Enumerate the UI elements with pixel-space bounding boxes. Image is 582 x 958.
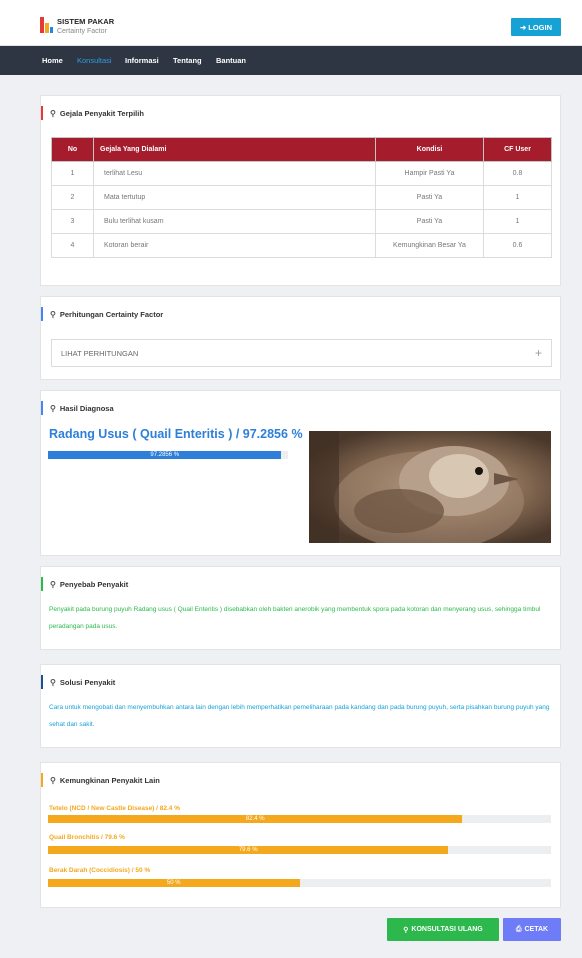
- lain-progress-fill: 50 %: [48, 879, 300, 887]
- kemungkinan-lain-card: ⚲ Kemungkinan Penyakit Lain Tetelo (NCD …: [40, 762, 561, 908]
- cetak-button[interactable]: ⎙ CETAK: [503, 918, 561, 941]
- search-icon: ⚲: [50, 108, 56, 118]
- nav-bantuan[interactable]: Bantuan: [216, 46, 246, 75]
- col-kondisi: Kondisi: [375, 137, 484, 162]
- solusi-card-title: ⚲ Solusi Penyakit: [41, 675, 115, 689]
- search-icon: ⚲: [403, 926, 409, 934]
- search-icon: ⚲: [50, 775, 56, 785]
- perhitungan-card-title: ⚲ Perhitungan Certainty Factor: [41, 307, 163, 321]
- perhitungan-card: ⚲ Perhitungan Certainty Factor LIHAT PER…: [40, 296, 561, 380]
- nav-tentang[interactable]: Tentang: [173, 46, 202, 75]
- nav-konsultasi[interactable]: Konsultasi: [77, 46, 112, 75]
- app-header: SISTEM PAKAR Certainty Factor ➜ LOGIN: [0, 0, 582, 46]
- search-icon: ⚲: [50, 677, 56, 687]
- penyebab-card-title: ⚲ Penyebab Penyakit: [41, 577, 128, 591]
- accordion-label: LIHAT PERHITUNGAN: [61, 349, 139, 358]
- search-icon: ⚲: [50, 403, 56, 413]
- penyebab-text: Penyakit pada burung puyuh Radang usus (…: [49, 606, 541, 630]
- main-navbar: Home Konsultasi Informasi Tentang Bantua…: [0, 46, 582, 75]
- diagnosis-result: Radang Usus ( Quail Enteritis ) / 97.285…: [49, 427, 303, 441]
- hasil-card-title: ⚲ Hasil Diagnosa: [41, 401, 114, 415]
- search-icon: ⚲: [50, 579, 56, 589]
- table-row: 3 Bulu terlihat kusam Pasti Ya 1: [51, 209, 552, 234]
- table-row: 4 Kotoran berair Kemungkinan Besar Ya 0.…: [51, 233, 552, 258]
- table-row: 2 Mata tertutup Pasti Ya 1: [51, 185, 552, 210]
- nav-informasi[interactable]: Informasi: [125, 46, 159, 75]
- app-subtitle: Certainty Factor: [57, 28, 107, 35]
- lihat-perhitungan-accordion[interactable]: LIHAT PERHITUNGAN +: [51, 339, 552, 367]
- hasil-card: ⚲ Hasil Diagnosa Radang Usus ( Quail Ent…: [40, 390, 561, 556]
- col-cf: CF User: [483, 137, 552, 162]
- lain-item-label: Tetelo (NCD / New Castle Disease) / 82.4…: [49, 805, 181, 812]
- kemungkinan-lain-title: ⚲ Kemungkinan Penyakit Lain: [41, 773, 160, 787]
- app-logo: [40, 17, 53, 33]
- lain-progress-fill: 79.6 %: [48, 846, 449, 854]
- lain-item-label: Quail Bronchitis / 79.6 %: [49, 834, 125, 841]
- diagnosis-progress-fill: 97.2856 %: [48, 451, 282, 459]
- gejala-card-title: ⚲ Gejala Penyakit Terpilih: [41, 106, 144, 120]
- konsultasi-ulang-button[interactable]: ⚲ KONSULTASI ULANG: [387, 918, 499, 941]
- app-title: SISTEM PAKAR: [57, 17, 115, 26]
- login-button[interactable]: ➜ LOGIN: [511, 18, 561, 36]
- gejala-table: No Gejala Yang Dialami Kondisi CF User 1…: [51, 137, 552, 258]
- solusi-card: ⚲ Solusi Penyakit Cara untuk mengobati d…: [40, 664, 561, 748]
- print-icon: ⎙: [515, 925, 522, 933]
- solusi-text: Cara untuk mengobati dan menyembuhkan an…: [49, 704, 550, 728]
- lain-progress: 79.6 %: [48, 846, 551, 854]
- gejala-card: ⚲ Gejala Penyakit Terpilih No Gejala Yan…: [40, 95, 561, 286]
- penyebab-card: ⚲ Penyebab Penyakit Penyakit pada burung…: [40, 566, 561, 650]
- plus-icon: +: [534, 346, 542, 360]
- col-no: No: [51, 137, 94, 162]
- lain-progress: 82.4 %: [48, 815, 551, 823]
- sign-in-icon: ➜: [519, 22, 527, 32]
- quail-photo: [309, 431, 551, 543]
- diagnosis-progress: 97.2856 %: [48, 451, 288, 459]
- lain-progress: 50 %: [48, 879, 551, 887]
- search-icon: ⚲: [50, 309, 56, 319]
- table-row: 1 terlihat Lesu Hampir Pasti Ya 0.8: [51, 161, 552, 186]
- lain-item-label: Berak Darah (Coccidiosis) / 50 %: [49, 867, 151, 874]
- col-gejala: Gejala Yang Dialami: [93, 137, 376, 162]
- lain-progress-fill: 82.4 %: [48, 815, 463, 823]
- nav-home[interactable]: Home: [42, 46, 63, 75]
